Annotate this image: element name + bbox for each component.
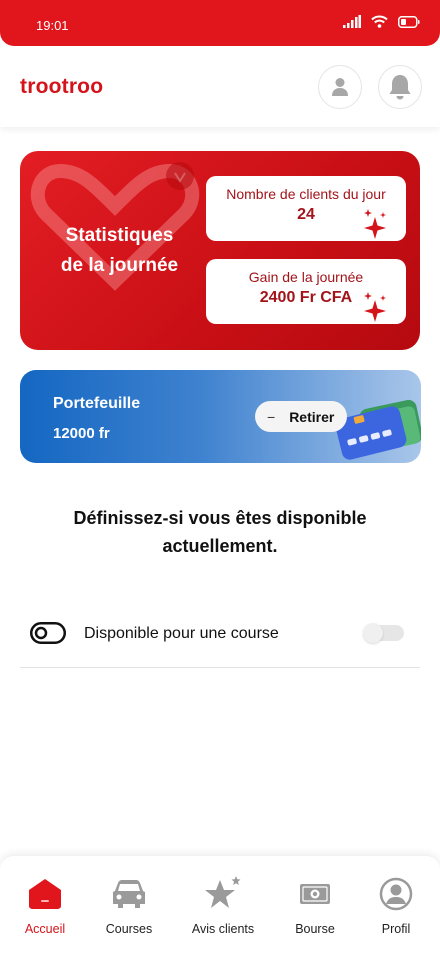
gain-stat-box: Gain de la journée 2400 Fr CFA (206, 259, 406, 324)
nav-item-accueil[interactable]: Accueil (0, 874, 90, 936)
wallet-card: Portefeuille 12000 fr − Retirer (20, 370, 421, 463)
bell-icon (389, 75, 411, 100)
gain-label: Gain de la journée (248, 269, 364, 285)
profile-icon (379, 877, 413, 911)
toggle-outline-icon (30, 622, 66, 644)
nav-item-avis-clients[interactable]: Avis clients (178, 874, 268, 936)
battery-icon (398, 15, 420, 28)
switch-knob (363, 623, 383, 643)
availability-prompt: Définissez-si vous êtes disponible actue… (73, 508, 367, 556)
nav-label: Profil (381, 922, 411, 936)
wallet-title: Portefeuille (53, 395, 141, 412)
clients-stat-box: Nombre de clients du jour 24 (206, 176, 406, 241)
stats-title: Statistiques de la journée (60, 225, 179, 276)
car-icon (113, 880, 145, 908)
sparkle-icon (364, 209, 386, 239)
availability-row[interactable]: Disponible pour une course (20, 608, 420, 668)
status-bar: 19:01 (0, 0, 440, 46)
wallet-amount: 12000 fr (53, 425, 110, 442)
minus-icon: − (267, 408, 276, 425)
nav-item-courses[interactable]: Courses (84, 874, 174, 936)
nav-item-profil[interactable]: Profil (351, 874, 440, 936)
bottom-nav: Accueil Courses Avis clients Bourse Prof… (0, 856, 440, 956)
withdraw-label: Retirer (289, 408, 335, 425)
home-icon (29, 879, 61, 909)
profile-button[interactable] (318, 65, 362, 109)
sparkle-icon (364, 292, 386, 322)
availability-switch[interactable] (363, 623, 404, 643)
withdraw-button[interactable]: − Retirer (255, 401, 347, 432)
money-icon (300, 884, 330, 904)
status-time: 19:01 (36, 18, 69, 33)
nav-label: Accueil (24, 922, 66, 936)
user-icon (332, 78, 348, 96)
nav-label: Courses (105, 922, 153, 936)
credit-card-illustration-icon (335, 399, 421, 460)
notifications-button[interactable] (378, 65, 422, 109)
signal-icon (343, 15, 361, 28)
clients-label: Nombre de clients du jour (226, 186, 386, 202)
nav-label: Avis clients (191, 922, 255, 936)
star-icon (205, 876, 241, 908)
daily-stats-card: Statistiques de la journée Nombre de cli… (20, 151, 420, 350)
nav-label: Bourse (295, 922, 335, 936)
app-header: trootroo (0, 47, 440, 127)
nav-item-bourse[interactable]: Bourse (270, 874, 360, 936)
status-icons (343, 15, 420, 28)
app-logo: trootroo (20, 75, 104, 98)
availability-label: Disponible pour une course (84, 625, 279, 642)
wifi-icon (371, 15, 388, 28)
